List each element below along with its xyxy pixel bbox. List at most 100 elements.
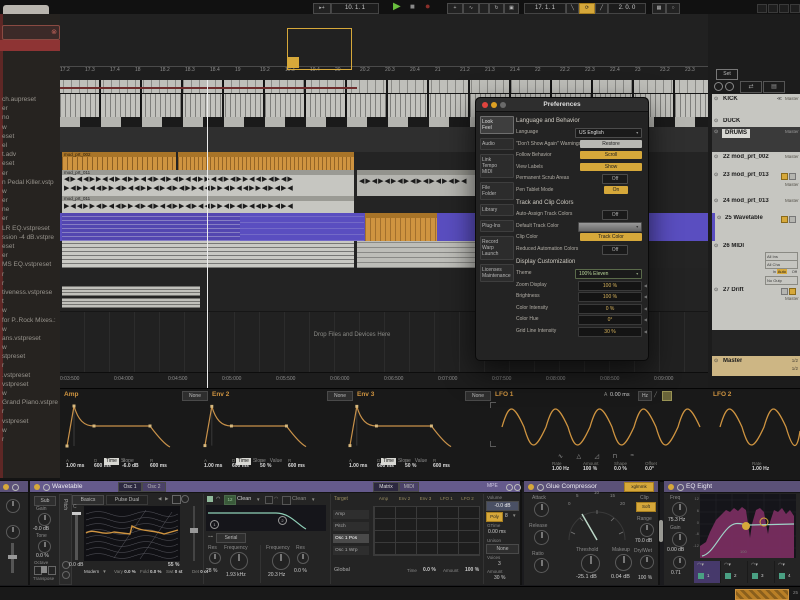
param[interactable]: Vary 0.0 % <box>114 569 140 574</box>
browser-list-item[interactable]: w <box>2 306 60 315</box>
filter1-slope-chip[interactable]: 12 <box>224 495 236 505</box>
filter-curve-display[interactable] <box>206 505 326 531</box>
drywet-value[interactable]: 100 % <box>638 575 652 581</box>
band-enable-toggle[interactable] <box>698 573 704 579</box>
fold-icon[interactable]: ⊙ <box>714 129 718 135</box>
track-header-kick[interactable]: ⊙ KICK ≪ Master <box>712 94 800 118</box>
automation-arm-button[interactable]: ∿ <box>463 3 479 14</box>
browser-list-item[interactable]: t <box>2 297 60 306</box>
matrix-row-label[interactable]: Osc 1 Wrp <box>333 546 369 555</box>
input-chip[interactable] <box>781 288 788 295</box>
track-name[interactable]: 25 Wavetable <box>725 215 763 221</box>
sub-tone-knob[interactable] <box>38 540 51 553</box>
punch-in-button[interactable]: ╲ <box>566 3 579 14</box>
matrix-row[interactable]: Pitch <box>333 518 371 530</box>
search-clear-icon[interactable]: ⊗ <box>51 28 57 36</box>
preferences-tab[interactable]: Library <box>480 204 514 216</box>
preferences-tab[interactable]: Plug-Ins <box>480 220 514 232</box>
record-arm-icon[interactable] <box>714 82 723 91</box>
filter2-type-select[interactable]: Clean <box>292 496 306 502</box>
browser-list-item[interactable]: r <box>2 407 60 416</box>
param[interactable]: D600 ms <box>94 458 122 469</box>
track-name[interactable]: Master <box>723 358 742 364</box>
input-chip[interactable] <box>781 173 788 180</box>
browser-list-item[interactable]: r <box>2 279 60 288</box>
input-chip[interactable] <box>781 216 788 223</box>
preference-control[interactable]: Off <box>602 210 628 220</box>
filter-routing-select[interactable]: Serial <box>216 533 246 543</box>
freq-value[interactable]: 75.3 Hz <box>668 517 685 523</box>
sub-osc-button[interactable]: Sub <box>34 496 56 506</box>
matrix-row[interactable]: Osc 1 Wrp <box>333 542 371 554</box>
browser-list-item[interactable]: MS EQ.vstpreset <box>2 260 60 269</box>
glue-compressor-device[interactable]: Glue Compressor xglmmk Attack Release Ra… <box>524 481 660 585</box>
midi-clip[interactable] <box>62 241 354 268</box>
arrangement-position-display[interactable]: 10. 1. 1 <box>331 3 379 14</box>
midi-clip[interactable] <box>62 298 200 308</box>
next-table-icon[interactable]: ▶ <box>165 496 168 502</box>
track-header-drums[interactable]: ⊙ DRUMS Master <box>712 127 800 153</box>
device-power-icon[interactable] <box>668 484 674 490</box>
browser-list-item[interactable]: ne <box>2 205 60 214</box>
param[interactable]: Shape0.0 % <box>614 461 645 472</box>
gain-knob[interactable] <box>672 532 687 547</box>
device-fader-handle[interactable] <box>8 555 17 559</box>
param[interactable]: S50 % <box>405 458 433 469</box>
lfo-shape-icon[interactable]: ⊓ <box>613 453 618 460</box>
fold-icon[interactable]: ⊙ <box>714 96 718 102</box>
track-header-25[interactable]: ⊙ 25 Wavetable <box>712 213 800 242</box>
lfo-shape-icon[interactable]: ◿ <box>595 453 600 460</box>
preferences-tab[interactable]: Link Tempo MIDI <box>480 154 514 178</box>
view-circle-icon[interactable] <box>181 495 189 503</box>
preference-control[interactable]: 100 % <box>578 281 642 291</box>
device-title-bar[interactable]: Glue Compressor xglmmk <box>524 481 658 493</box>
fold-icon[interactable]: ⊙ <box>717 215 721 221</box>
matrix-grid[interactable] <box>373 506 480 556</box>
freq2-value[interactable]: 20.3 Hz <box>268 572 285 578</box>
matrix-row[interactable]: Osc 1 Pos <box>333 530 371 542</box>
preferences-tab[interactable]: Licenses Maintenance <box>480 264 514 282</box>
prev-table-icon[interactable]: ◀ <box>158 496 161 502</box>
drywet-knob[interactable] <box>640 555 654 569</box>
attack-knob[interactable] <box>534 502 549 517</box>
browser-list-item[interactable]: .vstpreset <box>2 371 60 380</box>
new-midi-clip-button[interactable]: + <box>447 3 463 14</box>
playhead[interactable] <box>207 80 208 388</box>
browser-list-item[interactable]: ssion -4 dB.vstpre <box>2 233 60 242</box>
fold-icon[interactable]: ⊙ <box>714 118 718 124</box>
audio-clip[interactable] <box>178 152 354 170</box>
track-header-master[interactable]: ⊙ Master 1/2 1/2 <box>712 356 800 377</box>
capture-midi-button[interactable]: ▣ <box>504 3 519 14</box>
follow-button[interactable]: ▸+ <box>313 3 331 14</box>
master-out-1[interactable]: 1/2 <box>792 358 798 363</box>
range-value[interactable]: 70.0 dB <box>635 538 652 544</box>
preference-control[interactable]: US English <box>575 128 642 138</box>
param[interactable]: Rate1.00 Hz <box>552 461 583 472</box>
browser-list-item[interactable]: eset <box>2 132 60 141</box>
fold-icon[interactable]: ⊙ <box>714 358 718 364</box>
freq-knob[interactable] <box>672 502 687 517</box>
track-routing[interactable]: Master <box>785 129 800 134</box>
band-filter-icon[interactable]: ◠▾ <box>751 562 758 568</box>
param[interactable]: Amount100 % <box>583 461 614 472</box>
band-enable-toggle[interactable] <box>779 573 785 579</box>
poly-toggle[interactable]: Poly <box>486 512 503 522</box>
freq1-knob[interactable] <box>230 552 248 570</box>
amount-value[interactable]: 100 % <box>465 567 479 573</box>
monitor-in[interactable]: In <box>773 269 776 274</box>
fold-icon[interactable]: ⊙ <box>714 154 718 160</box>
preference-control[interactable]: Show <box>580 163 642 171</box>
preference-control[interactable]: Off <box>602 245 628 255</box>
browser-list-item[interactable]: w <box>2 389 60 398</box>
mixer-toggle-button[interactable]: ▤ <box>763 81 785 93</box>
preference-control[interactable]: 100% Eleven <box>575 269 642 279</box>
track-name[interactable]: KICK <box>723 96 738 102</box>
browser-list-item[interactable]: er <box>2 251 60 260</box>
punch-out-button[interactable]: ╱ <box>595 3 608 14</box>
hot-swap-icon[interactable] <box>43 484 50 491</box>
browser-list-item[interactable]: t.adv <box>2 150 60 159</box>
device-knob[interactable] <box>6 499 20 513</box>
table-position-value[interactable]: 55 % <box>168 562 179 568</box>
play-button[interactable]: ▶ <box>393 1 401 12</box>
filter2-handle[interactable]: 2 <box>278 516 287 525</box>
